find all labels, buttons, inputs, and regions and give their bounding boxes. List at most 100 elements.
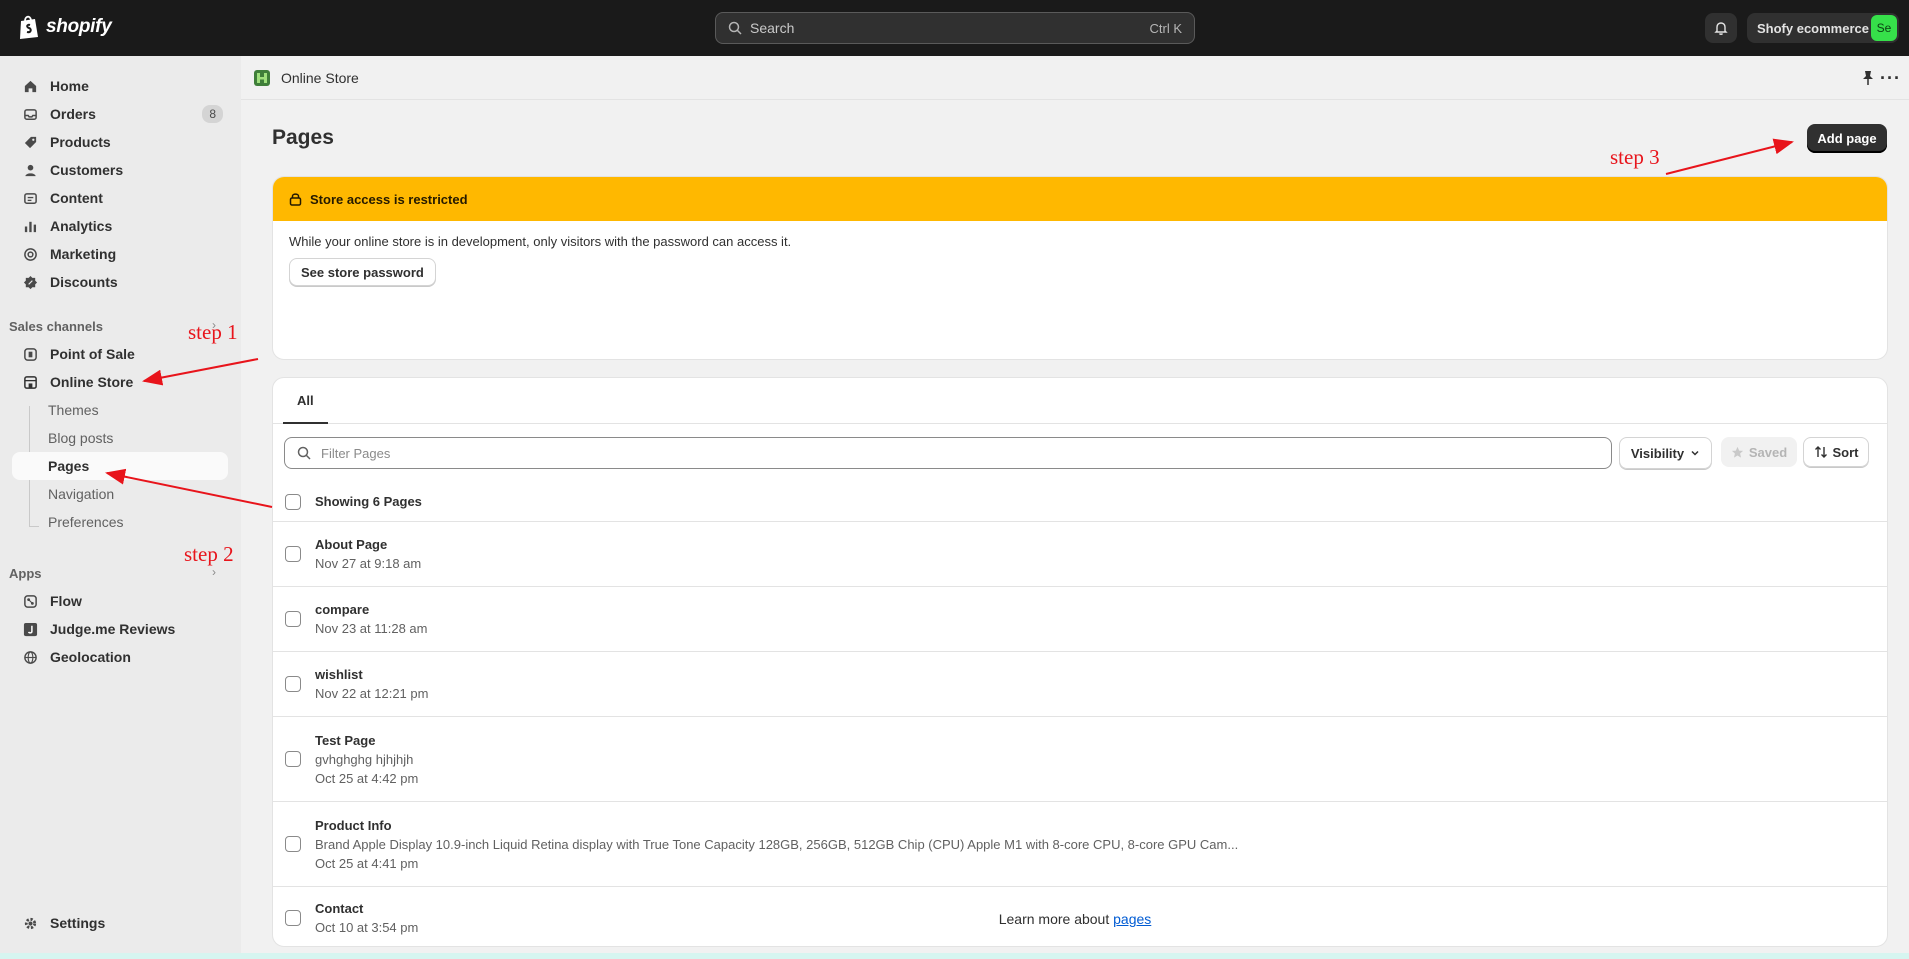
row-checkbox[interactable]	[285, 751, 301, 767]
saved-button[interactable]: Saved	[1721, 437, 1797, 467]
sidebar-item-label: Home	[50, 78, 89, 94]
sidebar-item-customers[interactable]: Customers	[12, 156, 228, 184]
sidebar-item-label: Flow	[50, 593, 82, 609]
shopify-logo[interactable]: shopify	[18, 14, 112, 40]
page-date: Nov 23 at 11:28 am	[315, 621, 428, 636]
store-restricted-banner: Store access is restricted While your on…	[272, 176, 1888, 360]
page-excerpt: Brand Apple Display 10.9-inch Liquid Ret…	[315, 836, 1239, 852]
learn-more-link[interactable]: pages	[1113, 911, 1151, 927]
sidebar-item-home[interactable]: Home	[12, 72, 228, 100]
select-all-checkbox[interactable]	[285, 493, 301, 510]
sidebar-item-label: Point of Sale	[50, 346, 135, 362]
sidebar-item-label: Online Store	[50, 374, 134, 390]
shopify-bag-icon	[20, 15, 38, 39]
sidebar-subitem-preferences[interactable]: Preferences	[12, 508, 228, 536]
saved-label: Saved	[1748, 444, 1788, 460]
target-icon	[22, 246, 38, 262]
visibility-label: Visibility	[1630, 445, 1685, 461]
app-title: Online Store	[281, 69, 359, 86]
search-icon	[728, 21, 742, 35]
sales-channels-heading: Sales channels	[9, 319, 103, 334]
search-bar[interactable]: Search Ctrl K	[715, 12, 1195, 44]
pos-icon	[22, 346, 38, 362]
sidebar-subitem-pages[interactable]: Pages	[12, 452, 228, 480]
page-date: Oct 25 at 4:42 pm	[315, 770, 419, 786]
row-checkbox[interactable]	[285, 611, 301, 627]
sidebar-item-marketing[interactable]: Marketing	[12, 240, 228, 268]
pin-icon[interactable]	[1861, 70, 1875, 86]
gear-icon	[22, 915, 38, 931]
chevron-right-icon[interactable]: ›	[212, 565, 216, 579]
visibility-filter-button[interactable]: Visibility	[1619, 437, 1712, 469]
banner-title: Store access is restricted	[310, 191, 468, 207]
filter-pages-field[interactable]	[284, 437, 1612, 469]
sidebar-item-judgeme[interactable]: Judge.me Reviews	[12, 615, 228, 643]
sort-arrows-icon	[1814, 446, 1827, 458]
sidebar-item-label: Discounts	[50, 274, 118, 290]
filter-pages-input[interactable]	[321, 445, 1571, 461]
sidebar-subitem-navigation[interactable]: Navigation	[12, 480, 228, 508]
learn-more-text: Learn more about	[998, 911, 1114, 927]
store-name: Shofy ecommerce	[1757, 20, 1869, 36]
page-date: Oct 25 at 4:41 pm	[315, 855, 419, 871]
pages-rows: About Page Nov 27 at 9:18 am compare Nov…	[273, 522, 1887, 946]
page-title-cell[interactable]: About Page	[315, 537, 421, 552]
tag-icon	[22, 134, 38, 150]
app-subheader: Online Store ···	[241, 56, 1909, 100]
sidebar-item-discounts[interactable]: Discounts	[12, 268, 228, 296]
see-store-password-button[interactable]: See store password	[289, 258, 436, 286]
sort-button[interactable]: Sort	[1803, 437, 1869, 467]
sidebar-item-label: Products	[50, 134, 111, 150]
table-row[interactable]: wishlist Nov 22 at 12:21 pm	[273, 652, 1887, 717]
home-icon	[22, 78, 38, 94]
sidebar-item-orders[interactable]: Orders 8	[12, 100, 228, 128]
sidebar-item-products[interactable]: Products	[12, 128, 228, 156]
filter-row: Visibility Saved Sort	[273, 424, 1887, 482]
store-icon	[22, 374, 38, 390]
showing-count: Showing 6 Pages	[315, 494, 422, 509]
page-title-cell[interactable]: wishlist	[315, 667, 428, 682]
sidebar-item-label: Content	[50, 190, 103, 206]
sidebar-item-online-store[interactable]: Online Store	[12, 368, 228, 396]
search-shortcut: Ctrl K	[1149, 20, 1183, 36]
page-title-cell[interactable]: Product Info	[315, 818, 1238, 833]
page-title-cell[interactable]: Test Page	[315, 733, 418, 748]
sidebar-item-flow[interactable]: Flow	[12, 587, 228, 615]
more-actions-icon[interactable]: ···	[1880, 68, 1901, 89]
select-all-row: Showing 6 Pages	[273, 482, 1887, 522]
step2-label: step 2	[184, 542, 234, 566]
bottom-strip	[0, 953, 1909, 959]
step1-label: step 1	[188, 320, 238, 344]
sidebar-item-geolocation[interactable]: Geolocation	[12, 643, 228, 671]
table-row[interactable]: Test Page gvhghghg hjhjhjh Oct 25 at 4:4…	[273, 717, 1887, 802]
logo-text: shopify	[46, 16, 112, 37]
sidebar-item-label: Analytics	[50, 218, 113, 234]
discount-icon	[22, 274, 38, 290]
sidebar-subitem-themes[interactable]: Themes	[12, 396, 228, 424]
inbox-icon	[22, 106, 38, 122]
page-title-cell[interactable]: compare	[315, 602, 428, 617]
content-icon	[22, 190, 38, 206]
tab-all[interactable]: All	[283, 378, 328, 424]
sidebar-subitem-blog-posts[interactable]: Blog posts	[12, 424, 228, 452]
table-row[interactable]: Product Info Brand Apple Display 10.9-in…	[273, 802, 1887, 887]
table-row[interactable]: compare Nov 23 at 11:28 am	[273, 587, 1887, 652]
sidebar-item-analytics[interactable]: Analytics	[12, 212, 228, 240]
sidebar-item-settings[interactable]: Settings	[12, 909, 228, 937]
banner-body: While your online store is in developmen…	[273, 221, 1887, 299]
store-menu-button[interactable]: Shofy ecommerce Se	[1747, 13, 1899, 43]
main-content: Online Store ··· Pages Add page Store ac…	[241, 56, 1909, 959]
search-placeholder: Search	[750, 20, 795, 36]
sidebar-item-content[interactable]: Content	[12, 184, 228, 212]
notifications-button[interactable]	[1705, 13, 1737, 43]
step3-label: step 3	[1610, 145, 1660, 169]
row-checkbox[interactable]	[285, 676, 301, 692]
row-checkbox[interactable]	[285, 836, 301, 852]
page-date: Nov 27 at 9:18 am	[315, 556, 422, 571]
sidebar-item-label: Customers	[50, 162, 124, 178]
add-page-button[interactable]: Add page	[1807, 124, 1887, 153]
flow-icon	[22, 593, 38, 609]
table-row[interactable]: About Page Nov 27 at 9:18 am	[273, 522, 1887, 587]
star-icon	[1731, 446, 1743, 458]
row-checkbox[interactable]	[285, 546, 301, 562]
